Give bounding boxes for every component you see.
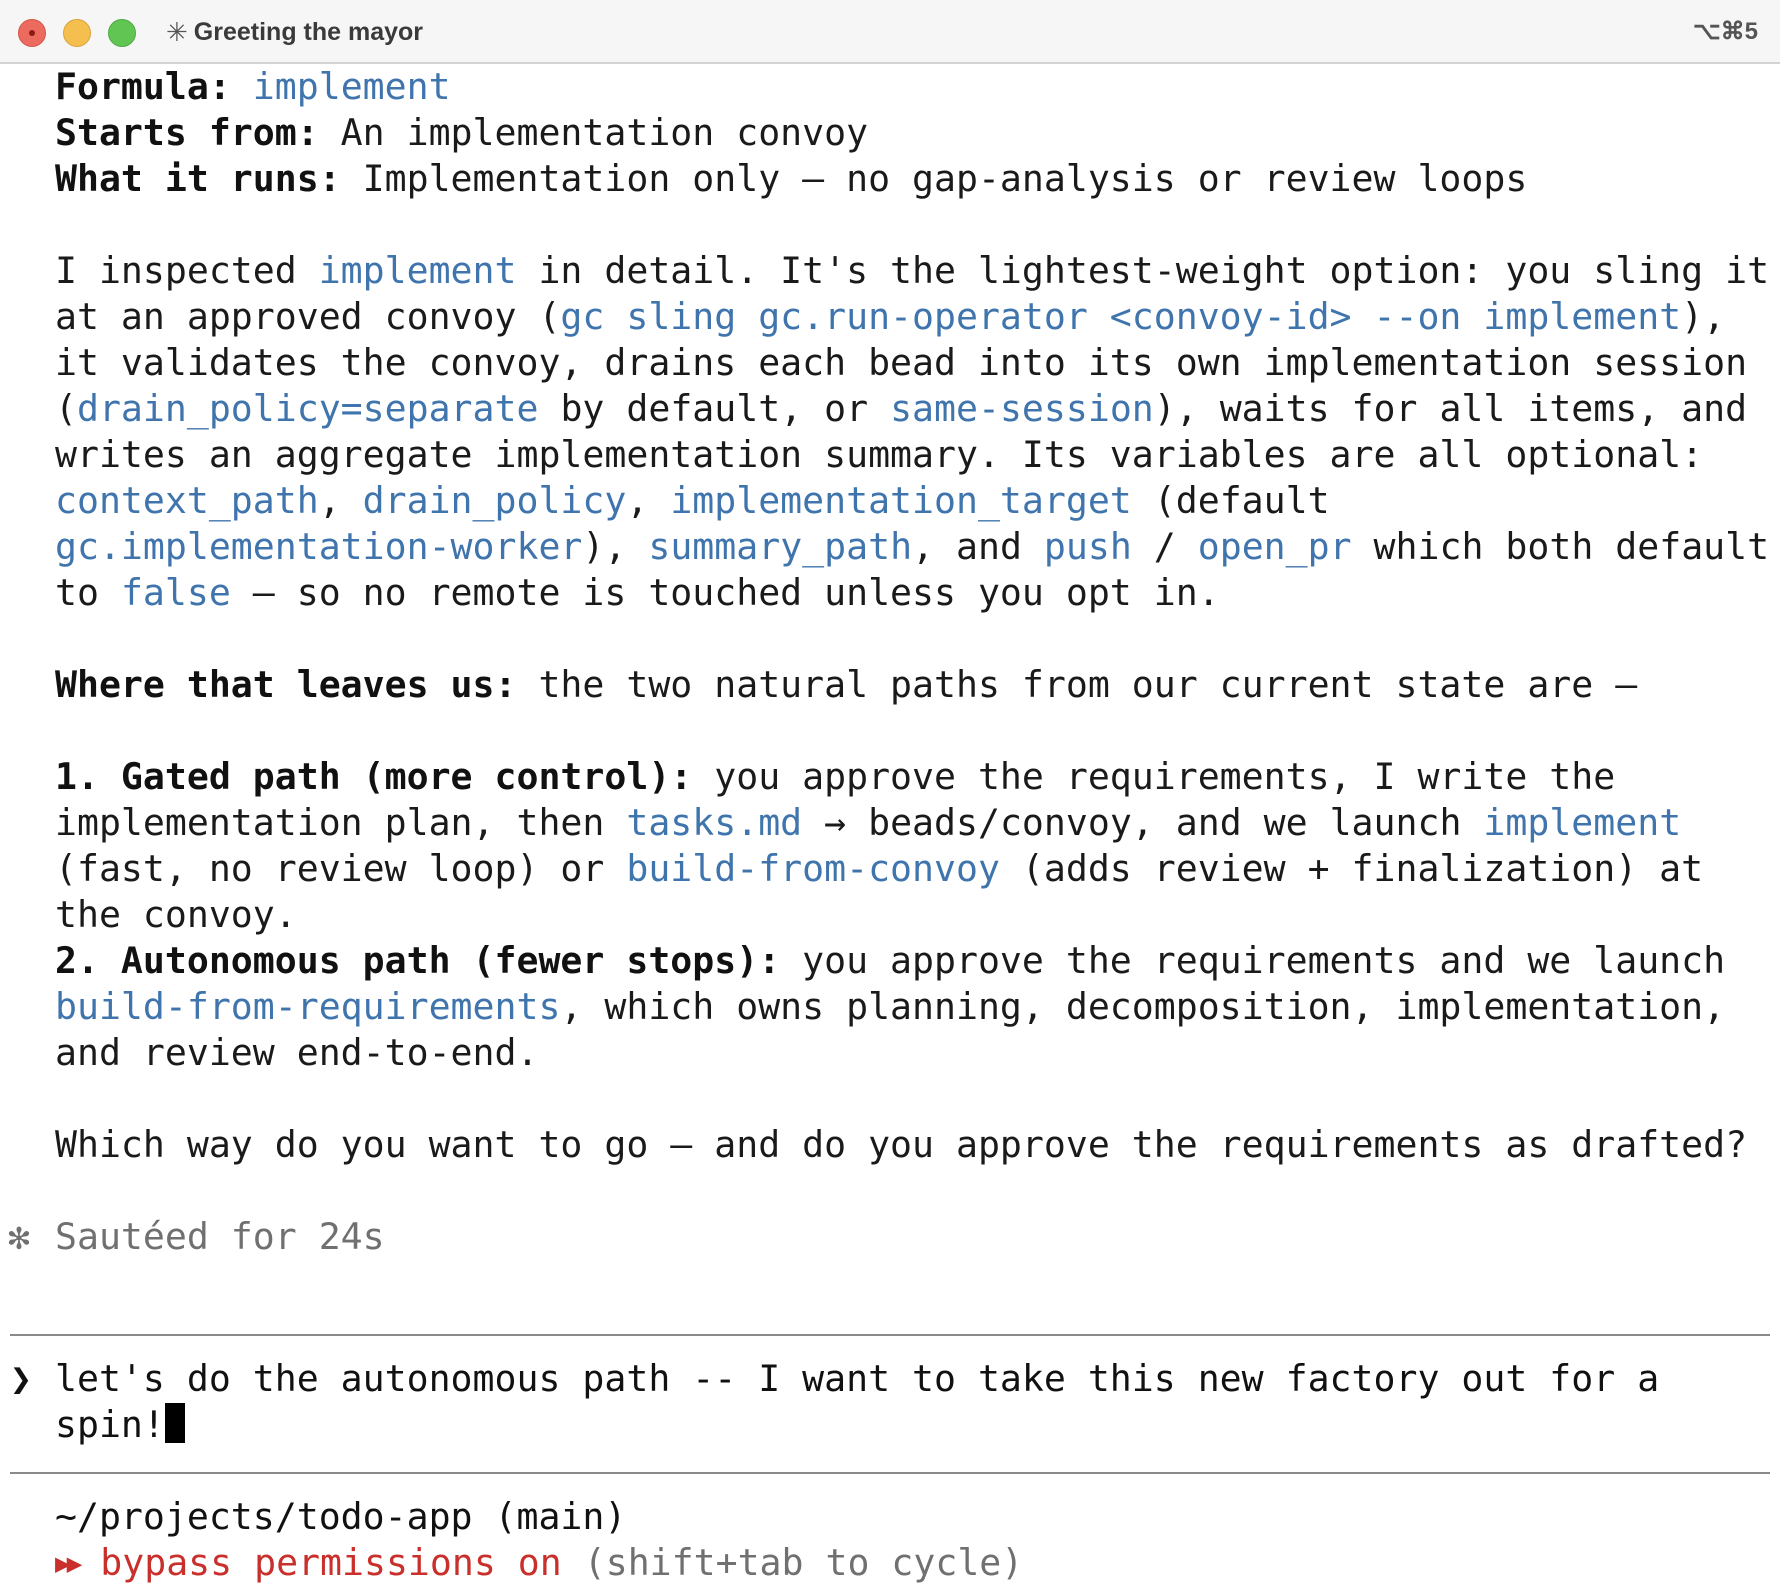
status-asterisk-icon: ✻ xyxy=(8,1215,30,1258)
text-span: which both default xyxy=(1351,525,1770,568)
text-span: I inspected xyxy=(55,249,319,292)
option1-line-4: the convoy. xyxy=(55,893,297,936)
code-span: drain_policy=separate xyxy=(76,387,539,430)
code-span: summary_path xyxy=(648,525,913,568)
code-span: context_path xyxy=(55,479,319,522)
title-bar: ✳ Greeting the mayor ⌥⌘5 xyxy=(0,0,1780,64)
text-span: at an approved convoy ( xyxy=(55,295,561,338)
code-span: implementation_target xyxy=(670,479,1132,522)
prompt-input-text[interactable]: spin! xyxy=(55,1403,165,1446)
formula-value: implement xyxy=(252,65,451,108)
prompt-input-line-1[interactable]: let's do the autonomous path -- I want t… xyxy=(55,1356,1659,1402)
text-span: , and xyxy=(912,525,1044,568)
code-span: build-from-requirements xyxy=(55,985,561,1028)
option1-line-1: 1. Gated path (more control): you approv… xyxy=(55,754,1615,800)
leaves-line: Where that leaves us: the two natural pa… xyxy=(55,662,1637,708)
permission-mode-text: bypass permissions on xyxy=(78,1541,562,1584)
para1-line-6: context_path, drain_policy, implementati… xyxy=(55,478,1330,524)
code-span: tasks.md xyxy=(626,801,803,844)
runs-label: What it runs: xyxy=(55,157,341,200)
text-span: (fast, no review loop) or xyxy=(55,847,627,890)
code-span: same-session xyxy=(890,387,1154,430)
code-span: gc sling gc.run-operator <convoy-id> --o… xyxy=(560,295,1682,338)
minimize-button[interactable] xyxy=(63,19,91,47)
runs-value: Implementation only — no gap-analysis or… xyxy=(340,157,1528,200)
text-span: in detail. It's the lightest-weight opti… xyxy=(516,249,1770,292)
code-span: gc.implementation-worker xyxy=(55,525,583,568)
option2-label: 2. Autonomous path (fewer stops): xyxy=(55,939,781,982)
text-cursor xyxy=(164,1403,185,1443)
spinner-icon: ✳ xyxy=(166,17,188,47)
text-span: , xyxy=(626,479,671,522)
window-shortcut: ⌥⌘5 xyxy=(1692,18,1758,45)
code-span: implement xyxy=(1483,801,1682,844)
text-span: ), xyxy=(582,525,649,568)
option2-line-2: build-from-requirements, which owns plan… xyxy=(55,984,1725,1030)
text-span: you approve the requirements and we laun… xyxy=(780,939,1726,982)
text-span: (adds review + finalization) at xyxy=(999,847,1704,890)
permission-mode-line[interactable]: ▶▶ bypass permissions on (shift+tab to c… xyxy=(55,1540,1023,1586)
code-span: implement xyxy=(318,249,517,292)
text-span: implementation plan, then xyxy=(55,801,627,844)
text-span: to xyxy=(55,571,121,614)
input-top-divider xyxy=(10,1334,1770,1336)
working-directory: ~/projects/todo-app (main) xyxy=(55,1495,627,1538)
text-span: , which owns planning, decomposition, im… xyxy=(560,985,1726,1028)
code-span: build-from-convoy xyxy=(626,847,1000,890)
option1-line-3: (fast, no review loop) or build-from-con… xyxy=(55,846,1703,892)
prompt-input-line-2[interactable]: spin! xyxy=(55,1402,185,1448)
leaves-text: the two natural paths from our current s… xyxy=(516,663,1638,706)
text-span: you approve the requirements, I write th… xyxy=(692,755,1616,798)
code-span: drain_policy xyxy=(362,479,627,522)
text-span: ), xyxy=(1681,295,1726,338)
text-span: , xyxy=(318,479,363,522)
starts-value: An implementation convoy xyxy=(318,111,869,154)
terminal-window: ✳ Greeting the mayor ⌥⌘5 Formula: implem… xyxy=(0,0,1780,1592)
para1-line-3: it validates the convoy, drains each bea… xyxy=(55,341,1748,384)
para1-line-1: I inspected implement in detail. It's th… xyxy=(55,248,1769,294)
permission-mode-hint: (shift+tab to cycle) xyxy=(561,1541,1024,1584)
text-span: (default xyxy=(1131,479,1330,522)
para1-line-4: (drain_policy=separate by default, or sa… xyxy=(55,386,1747,432)
option1-label: 1. Gated path (more control): xyxy=(55,755,693,798)
fast-forward-icon: ▶▶ xyxy=(55,1549,82,1579)
text-span: by default, or xyxy=(538,387,891,430)
close-button[interactable] xyxy=(18,19,46,47)
question-line: Which way do you want to go — and do you… xyxy=(55,1123,1748,1166)
para1-line-7: gc.implementation-worker), summary_path,… xyxy=(55,524,1769,570)
text-span: — so no remote is touched unless you opt… xyxy=(230,571,1220,614)
input-bottom-divider xyxy=(10,1472,1770,1474)
prompt-chevron-icon: ❯ xyxy=(10,1357,32,1400)
para1-line-8: to false — so no remote is touched unles… xyxy=(55,570,1220,616)
text-span: / xyxy=(1131,525,1198,568)
runs-line: What it runs: Implementation only — no g… xyxy=(55,156,1527,202)
leaves-label: Where that leaves us: xyxy=(55,663,517,706)
window-title-text: Greeting the mayor xyxy=(193,18,424,46)
code-span: open_pr xyxy=(1197,525,1352,568)
zoom-button[interactable] xyxy=(108,19,136,47)
starts-line: Starts from: An implementation convoy xyxy=(55,110,868,156)
starts-label: Starts from: xyxy=(55,111,319,154)
code-span: push xyxy=(1043,525,1132,568)
formula-line: Formula: implement xyxy=(55,64,451,110)
text-span: ( xyxy=(55,387,77,430)
para1-line-2: at an approved convoy (gc sling gc.run-o… xyxy=(55,294,1725,340)
text-span: ), waits for all items, and xyxy=(1153,387,1748,430)
text-span: → beads/convoy, and we launch xyxy=(802,801,1484,844)
status-text: Sautéed for 24s xyxy=(55,1215,385,1258)
option1-line-2: implementation plan, then tasks.md → bea… xyxy=(55,800,1681,846)
option2-line-3: and review end-to-end. xyxy=(55,1031,539,1074)
code-span: false xyxy=(120,571,231,614)
para1-line-5: writes an aggregate implementation summa… xyxy=(55,433,1704,476)
formula-label: Formula: xyxy=(55,65,231,108)
option2-line-1: 2. Autonomous path (fewer stops): you ap… xyxy=(55,938,1725,984)
window-title: ✳ Greeting the mayor xyxy=(166,16,423,48)
